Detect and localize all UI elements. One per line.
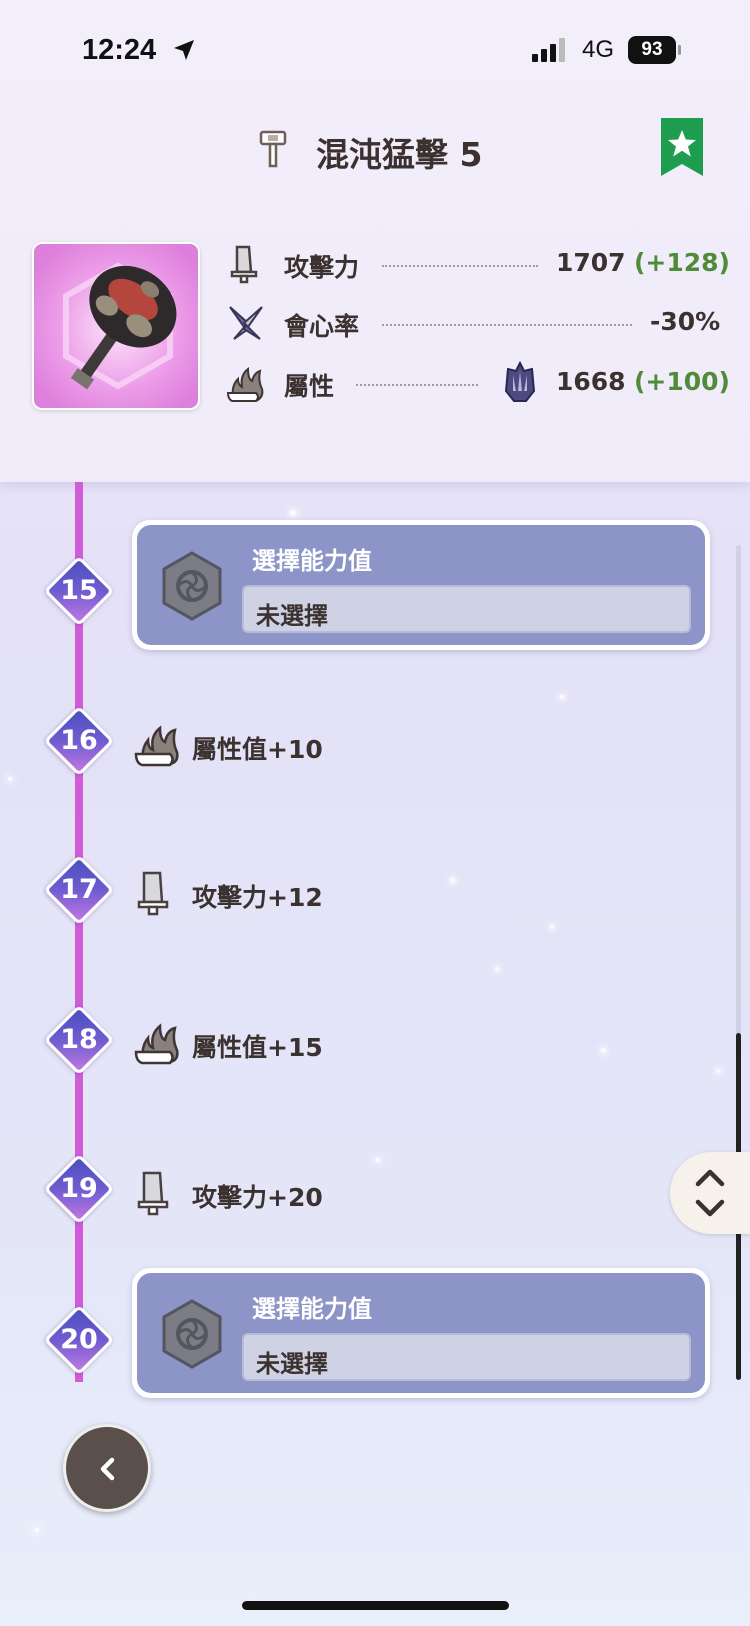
ability-select-card[interactable]: 選擇能力值 未選擇 (132, 1268, 710, 1398)
element-icon (134, 725, 179, 767)
battery-level: 93 (628, 36, 676, 64)
sparkle (495, 967, 499, 971)
page-title: 混沌猛擊 5 (316, 135, 483, 174)
weapon-image (32, 242, 200, 410)
level-number: 15 (60, 575, 98, 606)
attack-icon (137, 1171, 169, 1216)
sparkle (35, 1528, 39, 1532)
reward-text: 屬性值+10 (192, 735, 323, 764)
scroll-up-down-button[interactable] (670, 1152, 750, 1234)
stat-divider (382, 265, 538, 267)
reward-item: 屬性值+15 (134, 1018, 534, 1068)
ability-select-card[interactable]: 選擇能力值 未選擇 (132, 520, 710, 650)
sparkle (716, 1069, 720, 1073)
chevron-up-down-icon (695, 1169, 725, 1217)
level-marker: 18 (43, 1004, 115, 1076)
location-arrow-icon (174, 40, 194, 60)
level-number: 19 (60, 1173, 98, 1204)
level-marker: 20 (43, 1304, 115, 1376)
battery-icon: 93 (628, 36, 681, 64)
status-time: 12:24 (82, 34, 157, 66)
stat-row-attack: 攻擊力 1707 (+128) (226, 240, 730, 290)
stat-value: 1668 (556, 367, 626, 396)
network-type: 4G (582, 36, 615, 63)
stat-label: 會心率 (284, 312, 360, 341)
hexagon-ability-icon (162, 551, 222, 621)
stat-divider (356, 384, 478, 386)
stat-label: 屬性 (284, 372, 335, 401)
dragon-element-icon (504, 361, 536, 402)
ability-select-box[interactable]: 未選擇 (242, 1333, 691, 1381)
ability-select-value: 未選擇 (256, 1350, 328, 1378)
stat-value: -30% (650, 307, 721, 336)
reward-item: 攻擊力+12 (134, 868, 534, 918)
stat-bonus: (+100) (634, 367, 730, 396)
sparkle (601, 1048, 606, 1053)
stat-bonus: (+128) (634, 248, 730, 277)
level-marker: 16 (43, 705, 115, 777)
stat-label: 攻擊力 (284, 253, 360, 282)
level-number: 17 (60, 874, 98, 905)
card-title: 選擇能力值 (252, 1295, 372, 1323)
ability-select-box[interactable]: 未選擇 (242, 585, 691, 633)
sparkle (550, 925, 554, 929)
level-marker: 17 (43, 854, 115, 926)
element-icon (134, 1023, 179, 1065)
sparkle (376, 1158, 380, 1162)
reward-item: 攻擊力+20 (134, 1168, 534, 1218)
attack-icon (137, 871, 169, 916)
title-bar: 混沌猛擊 5 (0, 120, 750, 180)
sparkle (560, 695, 564, 699)
card-title: 選擇能力值 (252, 547, 372, 575)
stat-row-element: 屬性 1668 (+100) (226, 359, 730, 409)
element-icon (226, 366, 264, 402)
stat-value: 1707 (556, 248, 626, 277)
stat-divider (382, 324, 632, 326)
reward-text: 屬性值+15 (192, 1033, 323, 1062)
sparkle (290, 510, 296, 516)
level-number: 16 (60, 725, 98, 756)
level-marker: 19 (43, 1153, 115, 1225)
level-marker: 15 (43, 555, 115, 627)
reward-item: 屬性值+10 (134, 720, 534, 770)
scrollbar[interactable] (736, 545, 741, 1380)
home-indicator[interactable] (242, 1601, 509, 1610)
level-number: 20 (60, 1324, 98, 1355)
reward-text: 攻擊力+12 (192, 883, 323, 912)
chevron-left-icon (100, 1457, 115, 1481)
hexagon-ability-icon (162, 1299, 222, 1369)
favorite-bookmark-icon[interactable] (661, 118, 703, 176)
hammer-icon (259, 130, 287, 168)
reward-text: 攻擊力+20 (192, 1183, 323, 1212)
ability-select-value: 未選擇 (256, 602, 328, 630)
sparkle (8, 777, 12, 781)
stat-row-affinity: 會心率 -30% (226, 299, 720, 349)
back-button[interactable] (63, 1424, 151, 1512)
status-bar: 12:24 4G 93 (0, 0, 750, 100)
level-number: 18 (60, 1024, 98, 1055)
affinity-icon (229, 306, 263, 340)
attack-icon (230, 245, 258, 284)
signal-icon (532, 38, 565, 62)
